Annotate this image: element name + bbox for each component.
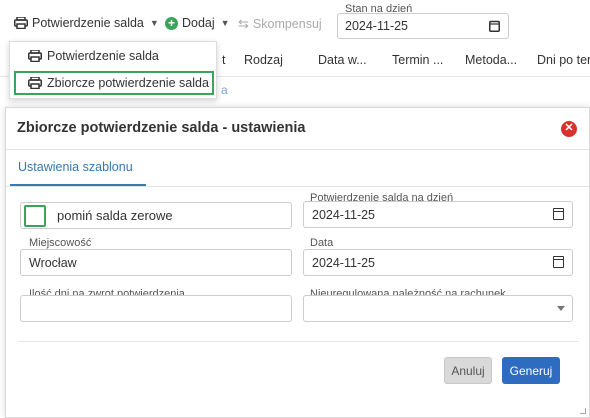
settings-modal: Zbiorcze potwierdzenie salda - ustawieni…	[5, 107, 590, 418]
calendar-icon[interactable]	[489, 20, 500, 32]
date-value: 2024-11-25	[312, 255, 376, 270]
city-field[interactable]: Wrocław	[20, 249, 292, 276]
menu-item-label: Zbiorcze potwierdzenie salda	[47, 76, 209, 90]
city-value: Wrocław	[29, 255, 77, 270]
calendar-icon[interactable]	[553, 208, 564, 220]
days-field[interactable]	[20, 295, 292, 322]
column-header-termin[interactable]: Termin ...	[392, 53, 443, 67]
skip-zero-label: pomiń salda zerowe	[57, 208, 173, 223]
resize-handle[interactable]	[580, 408, 586, 414]
add-button[interactable]: + Dodaj ▼	[165, 16, 230, 30]
print-dropdown-menu: Potwierdzenie salda Zbiorcze potwierdzen…	[9, 41, 217, 99]
printer-icon	[14, 17, 28, 29]
column-header-rodzaj[interactable]: Rodzaj	[244, 53, 283, 67]
compensate-label: Skompensuj	[252, 17, 322, 31]
modal-title: Zbiorcze potwierdzenie salda - ustawieni…	[17, 120, 306, 136]
city-label: Miejscowość	[29, 237, 92, 249]
confirm-date-field[interactable]: 2024-11-25	[303, 201, 573, 228]
menu-item-bulk-confirm-balance[interactable]: Zbiorcze potwierdzenie salda	[14, 71, 214, 95]
compensate-icon: ⇆	[238, 16, 249, 31]
column-header-partial: t	[222, 53, 226, 67]
add-label: Dodaj	[182, 16, 215, 30]
date-label: Data	[310, 237, 334, 249]
stan-date-field[interactable]: 2024-11-25	[337, 13, 509, 39]
confirm-balance-label: Potwierdzenie salda	[32, 16, 144, 30]
toolbar: Potwierdzenie salda ▼ + Dodaj ▼ ⇆ Skompe…	[0, 0, 590, 46]
divider	[6, 186, 589, 187]
menu-item-label: Potwierdzenie salda	[47, 49, 159, 63]
row-link[interactable]: a	[221, 83, 228, 97]
printer-icon	[28, 50, 42, 62]
plus-icon: +	[165, 16, 178, 30]
generate-button[interactable]: Generuj	[502, 357, 560, 384]
menu-item-confirm-balance[interactable]: Potwierdzenie salda	[14, 44, 214, 68]
confirm-balance-button[interactable]: Potwierdzenie salda ▼	[14, 16, 159, 30]
calendar-icon[interactable]	[553, 256, 564, 268]
column-header-metoda[interactable]: Metoda...	[465, 53, 517, 67]
column-header-dni[interactable]: Dni po ter	[537, 53, 590, 67]
chevron-down-icon: ▼	[149, 18, 159, 28]
cancel-button[interactable]: Anuluj	[444, 357, 492, 384]
tab-template-settings[interactable]: Ustawienia szablonu	[10, 149, 146, 186]
unsettled-select[interactable]	[303, 295, 573, 322]
date-field[interactable]: 2024-11-25	[303, 249, 573, 276]
modal-footer	[18, 341, 579, 398]
stan-date-value: 2024-11-25	[345, 19, 409, 33]
compensate-button[interactable]: ⇆ Skompensuj	[238, 16, 322, 32]
confirm-date-value: 2024-11-25	[312, 207, 376, 222]
close-icon[interactable]: ✕	[561, 121, 577, 137]
chevron-down-icon: ▼	[220, 18, 230, 28]
column-header-data[interactable]: Data w...	[318, 53, 367, 67]
printer-icon	[28, 77, 42, 89]
skip-zero-checkbox[interactable]	[24, 205, 46, 227]
chevron-down-icon	[557, 306, 565, 311]
